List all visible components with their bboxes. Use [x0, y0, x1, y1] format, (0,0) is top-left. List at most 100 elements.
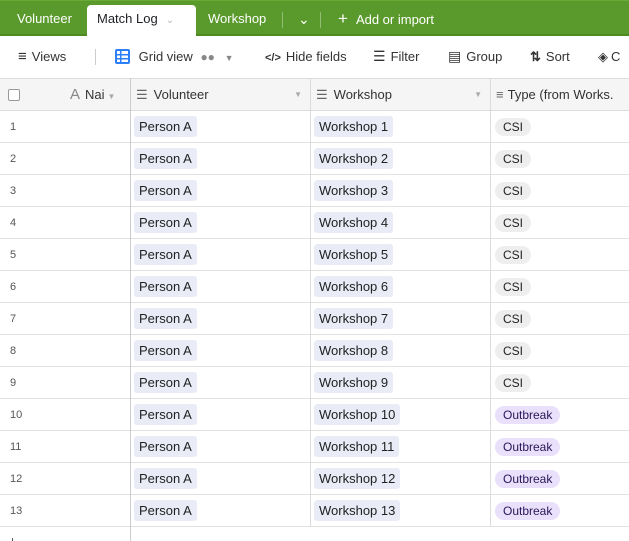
type-tag: CSI: [495, 150, 532, 168]
link-icon: ☰: [316, 87, 328, 102]
color-label: C: [611, 49, 621, 64]
tab-match-log[interactable]: Match Log ⌄: [87, 5, 196, 39]
type-tag: CSI: [495, 246, 532, 264]
volunteer-link-pill[interactable]: Person A: [134, 148, 197, 169]
column-header-type[interactable]: ≡ Type (from Works.: [496, 79, 629, 111]
workshop-link-pill[interactable]: Workshop 8: [314, 340, 394, 361]
row-number: 12: [10, 473, 23, 485]
type-tag: CSI: [495, 278, 532, 296]
hamburger-icon: ≡: [18, 48, 27, 65]
table-row[interactable]: 10 Person A Workshop 10 Outbreak: [0, 399, 629, 431]
tab-overflow-button[interactable]: ⌄: [288, 5, 320, 37]
group-button[interactable]: ▤ Group: [448, 38, 502, 78]
column-label: Nai: [85, 87, 105, 102]
workshop-link-pill[interactable]: Workshop 3: [314, 180, 394, 201]
table-row[interactable]: 13 Person A Workshop 13 Outbreak: [0, 495, 629, 527]
volunteer-link-pill[interactable]: Person A: [134, 212, 197, 233]
workshop-link-pill[interactable]: Workshop 5: [314, 244, 394, 265]
volunteer-link-pill[interactable]: Person A: [134, 308, 197, 329]
table-row[interactable]: 1 Person A Workshop 1 CSI: [0, 111, 629, 143]
frozen-divider: [130, 78, 131, 541]
volunteer-link-pill[interactable]: Person A: [134, 468, 197, 489]
workshop-link-pill[interactable]: Workshop 10: [314, 404, 401, 425]
view-toolbar: ≡ Views Grid view ●● ▼ </> Hide fields ☰ Fi…: [0, 38, 629, 78]
hide-fields-label: Hide fields: [285, 49, 347, 64]
table-row[interactable]: 9 Person A Workshop 9 CSI: [0, 367, 629, 399]
paint-bucket-icon: ◈: [598, 49, 608, 64]
volunteer-link-pill[interactable]: Person A: [134, 500, 197, 521]
chevron-down-icon[interactable]: ⌄: [166, 7, 174, 35]
table-row[interactable]: 2 Person A Workshop 2 CSI: [0, 143, 629, 175]
workshop-link-pill[interactable]: Workshop 2: [314, 148, 394, 169]
row-number: 9: [10, 377, 17, 389]
grid-header: A Nai ▼ ☰ Volunteer ▼ ☰ Workshop ▼ ≡ Type (from…: [0, 78, 629, 111]
table-tab-bar: Volunteer Match Log ⌄ Workshop ⌄ + Add or …: [0, 0, 629, 39]
link-icon: ☰: [136, 87, 148, 102]
column-header-volunteer[interactable]: ☰ Volunteer ▼: [136, 79, 306, 111]
volunteer-link-pill[interactable]: Person A: [134, 244, 197, 265]
grid-icon: [115, 49, 130, 64]
column-header-workshop[interactable]: ☰ Workshop ▼: [316, 79, 486, 111]
type-tag: Outbreak: [495, 406, 561, 424]
type-tag: Outbreak: [495, 502, 561, 520]
divider: [320, 12, 321, 28]
workshop-link-pill[interactable]: Workshop 6: [314, 276, 394, 297]
row-number: 5: [10, 249, 17, 261]
table-row[interactable]: 12 Person A Workshop 12 Outbreak: [0, 463, 629, 495]
workshop-link-pill[interactable]: Workshop 1: [314, 116, 394, 137]
volunteer-link-pill[interactable]: Person A: [134, 276, 197, 297]
filter-label: Filter: [390, 49, 420, 64]
volunteer-link-pill[interactable]: Person A: [134, 404, 197, 425]
volunteer-link-pill[interactable]: Person A: [134, 340, 197, 361]
table-row[interactable]: 5 Person A Workshop 5 CSI: [0, 239, 629, 271]
hide-fields-button[interactable]: </> Hide fields: [265, 38, 347, 78]
views-label: Views: [31, 49, 67, 64]
add-or-import-label: Add or import: [355, 12, 434, 27]
table-row[interactable]: 6 Person A Workshop 6 CSI: [0, 271, 629, 303]
workshop-link-pill[interactable]: Workshop 9: [314, 372, 394, 393]
tab-label: Volunteer: [17, 11, 72, 26]
sort-button[interactable]: ⇅ Sort: [530, 38, 570, 78]
row-number: 10: [10, 409, 23, 421]
row-number: 2: [10, 153, 17, 165]
grid-view-label: Grid view: [138, 49, 193, 64]
sort-label: Sort: [545, 49, 570, 64]
workshop-link-pill[interactable]: Workshop 12: [314, 468, 401, 489]
type-tag: Outbreak: [495, 438, 561, 456]
tab-volunteer[interactable]: Volunteer: [7, 5, 82, 37]
volunteer-link-pill[interactable]: Person A: [134, 372, 197, 393]
grid-view-button[interactable]: Grid view ●● ▼: [115, 38, 233, 78]
tab-workshop[interactable]: Workshop: [198, 5, 276, 37]
text-icon: A: [70, 86, 81, 103]
volunteer-link-pill[interactable]: Person A: [134, 116, 197, 137]
table-row[interactable]: 7 Person A Workshop 7 CSI: [0, 303, 629, 335]
filter-button[interactable]: ☰ Filter: [373, 38, 419, 78]
type-tag: Outbreak: [495, 470, 561, 488]
lookup-icon: ≡: [496, 87, 504, 102]
volunteer-link-pill[interactable]: Person A: [134, 436, 197, 457]
row-number: 3: [10, 185, 17, 197]
select-all-checkbox[interactable]: [8, 89, 20, 101]
table-row[interactable]: 11 Person A Workshop 11 Outbreak: [0, 431, 629, 463]
workshop-link-pill[interactable]: Workshop 13: [314, 500, 401, 521]
divider: [95, 49, 96, 65]
group-label: Group: [466, 49, 503, 64]
workshop-link-pill[interactable]: Workshop 11: [314, 436, 400, 457]
color-button[interactable]: ◈ C: [598, 38, 620, 78]
table-row[interactable]: 4 Person A Workshop 4 CSI: [0, 207, 629, 239]
column-header-name[interactable]: A Nai ▼: [70, 79, 125, 111]
caret-down-icon: ▼: [294, 90, 302, 99]
workshop-link-pill[interactable]: Workshop 7: [314, 308, 394, 329]
column-label: Volunteer: [153, 87, 209, 102]
column-divider: [490, 78, 491, 527]
volunteer-link-pill[interactable]: Person A: [134, 180, 197, 201]
table-row[interactable]: 3 Person A Workshop 3 CSI: [0, 175, 629, 207]
add-or-import-button[interactable]: + Add or import: [328, 5, 444, 37]
workshop-link-pill[interactable]: Workshop 4: [314, 212, 394, 233]
table-row[interactable]: 8 Person A Workshop 8 CSI: [0, 335, 629, 367]
column-divider: [310, 78, 311, 527]
plus-icon: +: [338, 9, 348, 28]
group-icon: ▤: [448, 48, 462, 64]
type-tag: CSI: [495, 310, 532, 328]
views-button[interactable]: ≡ Views: [18, 38, 66, 78]
